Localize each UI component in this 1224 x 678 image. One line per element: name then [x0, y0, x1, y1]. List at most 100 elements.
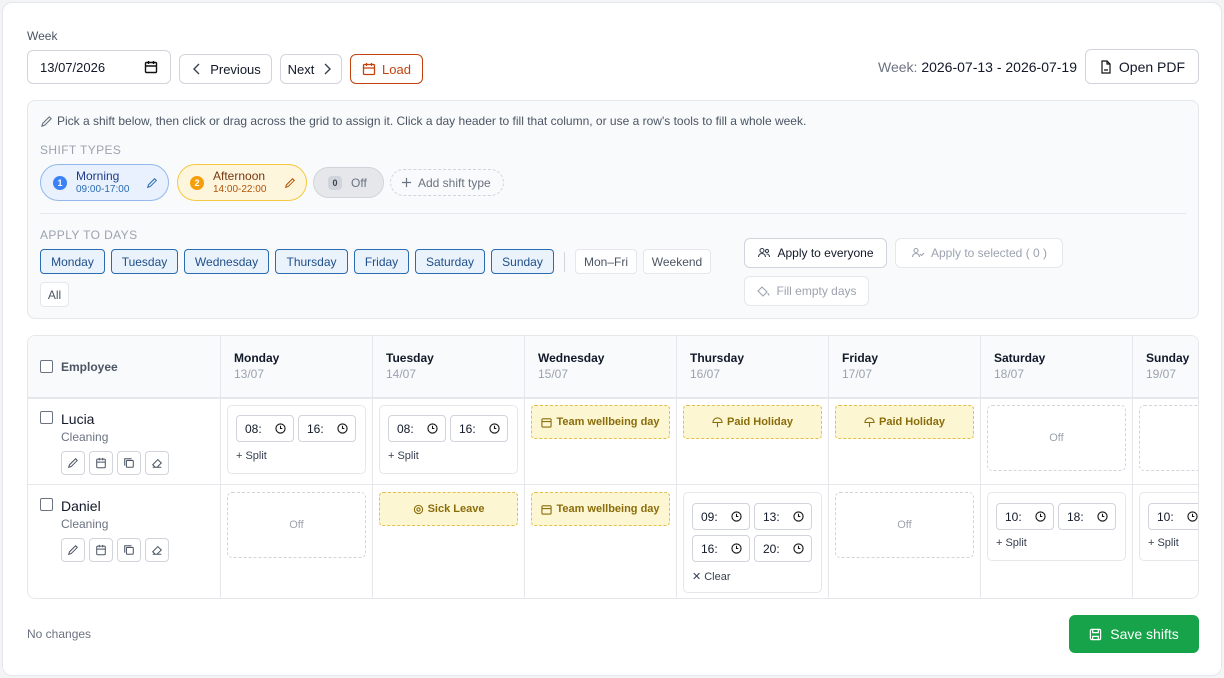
start-time-input[interactable]: 10:	[996, 503, 1054, 530]
apply-to-everyone-button[interactable]: Apply to everyone	[744, 238, 887, 268]
save-shifts-button[interactable]: Save shifts	[1069, 615, 1199, 653]
off-cell[interactable]: Off	[835, 492, 974, 558]
row-clear-tool[interactable]	[145, 451, 169, 475]
day-header-sunday[interactable]: Sunday	[1146, 351, 1189, 365]
pencil-icon[interactable]	[284, 177, 296, 189]
day-header-monday[interactable]: Monday	[234, 351, 279, 365]
off-cell[interactable]	[1139, 405, 1198, 471]
row-select-checkbox[interactable]	[40, 411, 53, 424]
load-label: Load	[382, 61, 411, 77]
row-paint-tool[interactable]	[61, 538, 85, 562]
apply-to-selected-button[interactable]: Apply to selected ( 0 )	[895, 238, 1063, 268]
preset-weekend[interactable]: Weekend	[643, 249, 711, 274]
day-header-wednesday[interactable]: Wednesday	[538, 351, 604, 365]
select-all-checkbox[interactable]	[40, 360, 53, 373]
clock-icon	[731, 543, 742, 554]
user-check-icon	[911, 246, 925, 260]
day-date: 16/07	[690, 367, 721, 381]
divider	[564, 252, 565, 272]
day-toggle-monday[interactable]: Monday	[40, 249, 105, 274]
event-label: Team wellbeing day	[556, 503, 660, 515]
off-cell[interactable]: Off	[987, 405, 1126, 471]
day-toggle-friday[interactable]: Friday	[354, 249, 409, 274]
day-header-tuesday[interactable]: Tuesday	[386, 351, 434, 365]
event-badge-wellbeing[interactable]: Team wellbeing day	[531, 492, 670, 526]
shift-type-afternoon[interactable]: 2 Afternoon 14:00-22:00	[177, 164, 307, 201]
calendar-heart-icon	[541, 417, 553, 428]
start-time-input[interactable]: 10:	[1148, 503, 1198, 530]
calendar-icon[interactable]	[144, 60, 158, 74]
day-toggle-tuesday[interactable]: Tuesday	[111, 249, 178, 274]
day-toggle-saturday[interactable]: Saturday	[415, 249, 485, 274]
previous-week-button[interactable]: Previous	[179, 54, 272, 84]
split-shift-button[interactable]: + Split	[236, 450, 267, 462]
fill-empty-days-button[interactable]: Fill empty days	[744, 276, 869, 306]
end-time-input[interactable]: 13:	[754, 503, 812, 530]
next-week-button[interactable]: Next	[280, 54, 342, 84]
day-toggle-wednesday[interactable]: Wednesday	[184, 249, 269, 274]
pencil-icon[interactable]	[146, 177, 158, 189]
shift-cell-daniel-saturday[interactable]: 10: 18: + Split	[987, 492, 1126, 561]
clock-icon	[1097, 511, 1108, 522]
row-copy-tool[interactable]	[117, 451, 141, 475]
time-value: 08:	[397, 421, 414, 436]
save-icon	[1089, 628, 1102, 641]
start-time-input[interactable]: 08:	[388, 415, 446, 442]
row-clear-tool[interactable]	[145, 538, 169, 562]
row-select-checkbox[interactable]	[40, 498, 53, 511]
day-header-thursday[interactable]: Thursday	[690, 351, 744, 365]
day-toggle-thursday[interactable]: Thursday	[275, 249, 348, 274]
clock-icon	[1035, 511, 1046, 522]
week-date-input[interactable]: 13/07/2026	[27, 50, 171, 84]
week-label: Week	[27, 29, 58, 43]
shift-cell-daniel-thursday[interactable]: 09: 13: 16: 20: ✕ Clear	[683, 492, 822, 593]
preset-weekdays[interactable]: Mon–Fri	[575, 249, 637, 274]
day-toggle-sunday[interactable]: Sunday	[491, 249, 554, 274]
clear-split-button[interactable]: ✕ Clear	[692, 570, 731, 584]
open-pdf-button[interactable]: Open PDF	[1085, 49, 1199, 84]
shift-type-morning[interactable]: 1 Morning 09:00-17:00	[40, 164, 169, 201]
end-time-input[interactable]: 16:	[298, 415, 356, 442]
end-time-input[interactable]: 16:	[450, 415, 508, 442]
shift-cell-lucia-tuesday[interactable]: 08: 16: + Split	[379, 405, 518, 474]
row-fill-week-tool[interactable]	[89, 538, 113, 562]
event-badge-sick-leave[interactable]: Sick Leave	[379, 492, 518, 526]
plus-icon: +	[1148, 537, 1155, 549]
day-header-friday[interactable]: Friday	[842, 351, 878, 365]
row-fill-week-tool[interactable]	[89, 451, 113, 475]
pencil-icon	[67, 457, 79, 469]
end-time-input[interactable]: 20:	[754, 535, 812, 562]
split-label: Split	[1157, 537, 1179, 549]
start-time-input[interactable]: 08:	[236, 415, 294, 442]
split-shift-button[interactable]: + Split	[388, 450, 419, 462]
add-shift-type-button[interactable]: Add shift type	[390, 169, 504, 196]
event-badge-wellbeing[interactable]: Team wellbeing day	[531, 405, 670, 439]
clock-icon	[337, 423, 348, 434]
shift-cell-lucia-monday[interactable]: 08: 16: + Split	[227, 405, 366, 474]
shift-number-badge: 0	[328, 175, 342, 190]
users-icon	[757, 246, 771, 260]
schedule-table: Employee Monday 13/07 Tuesday 14/07 Wedn…	[27, 335, 1199, 599]
time-value: 16:	[307, 421, 324, 436]
row-copy-tool[interactable]	[117, 538, 141, 562]
split-shift-button[interactable]: + Split	[996, 537, 1027, 549]
split-shift-button[interactable]: + Split	[1148, 537, 1179, 549]
start-time-input[interactable]: 09:	[692, 503, 750, 530]
calendar-icon	[362, 62, 376, 76]
shift-type-off[interactable]: 0 Off	[313, 167, 384, 198]
end-time-input[interactable]: 18:	[1058, 503, 1116, 530]
column-divider	[372, 336, 373, 598]
day-header-saturday[interactable]: Saturday	[994, 351, 1045, 365]
copy-icon	[123, 544, 135, 556]
preset-all[interactable]: All	[40, 282, 69, 307]
event-badge-paid-holiday[interactable]: Paid Holiday	[683, 405, 822, 439]
load-button[interactable]: Load	[350, 54, 423, 84]
employee-name: Daniel	[61, 498, 101, 514]
row-paint-tool[interactable]	[61, 451, 85, 475]
off-cell[interactable]: Off	[227, 492, 366, 558]
event-badge-paid-holiday[interactable]: Paid Holiday	[835, 405, 974, 439]
pencil-icon	[67, 544, 79, 556]
umbrella-icon	[864, 416, 875, 427]
start-time-input[interactable]: 16:	[692, 535, 750, 562]
shift-cell-daniel-sunday[interactable]: 10: + Split	[1139, 492, 1198, 561]
